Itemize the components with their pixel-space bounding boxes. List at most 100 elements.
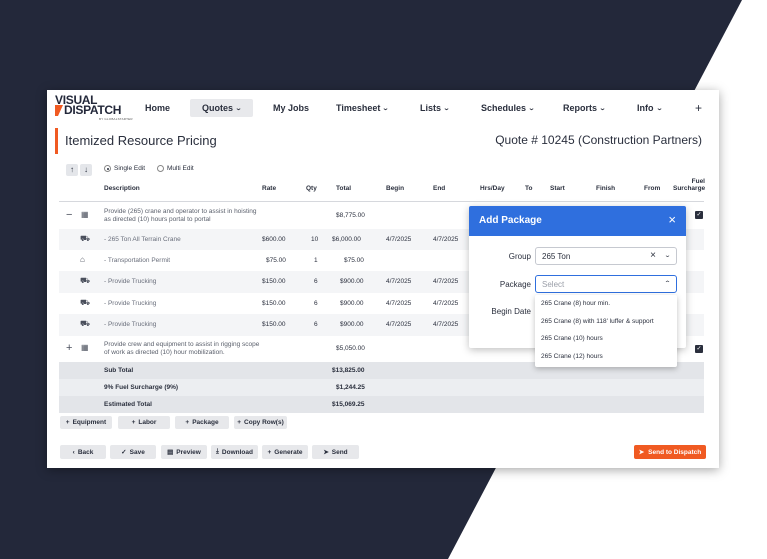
nav-lists[interactable]: Lists ⌄ [414,99,455,117]
row-rate: $150.00 [262,300,286,307]
row-description: Provide (265) crane and operator to assi… [104,208,257,223]
nav-reports[interactable]: Reports ⌄ [557,99,611,117]
radio-selected-icon [104,165,111,172]
add-package-label: Package [192,419,219,426]
arrow-up-icon: ↑ [70,165,74,174]
row-rate: $150.00 [262,321,286,328]
row-rate: $75.00 [266,257,286,264]
begin-date-label: Begin Date [491,307,531,316]
package-option[interactable]: 265 Crane (8) with 118' luffer & support [541,318,654,325]
truck-icon: ⛟ [80,276,91,285]
nav-add-button[interactable]: + [689,99,708,117]
multi-edit-label: Multi Edit [167,165,194,172]
multi-edit-radio[interactable]: Multi Edit [157,165,194,172]
page-title: Itemized Resource Pricing [65,133,217,148]
document-icon: ▤ [167,449,174,456]
truck-icon: ⛟ [80,298,91,307]
move-up-button[interactable]: ↑ [66,164,78,176]
row-description: - Provide Trucking [104,278,157,285]
truck-icon: ⛟ [80,319,91,328]
chevron-up-icon: ⌃ [663,281,672,287]
add-equipment-label: Equipment [72,419,107,426]
row-qty: 10 [311,236,319,243]
fuel-surcharge-value: $1,244.25 [336,384,365,391]
title-accent-bar [55,128,58,154]
chevron-down-icon: ⌄ [443,105,451,112]
col-description: Description [104,185,140,192]
nav-home[interactable]: Home [139,99,176,117]
chevron-down-icon: ⌄ [528,105,536,112]
logo-sub: BY GLOBALSTARTER [99,117,133,121]
visual-dispatch-logo[interactable]: VISUAL DISPATCH BY GLOBALSTARTER [55,94,135,121]
back-label: Back [77,448,94,456]
fuel-checkbox[interactable]: ✓ [695,345,703,353]
expand-icon[interactable]: + [66,342,72,354]
col-to: To [525,185,533,192]
subtotal-value: $13,825.00 [332,367,365,374]
save-button[interactable]: ✓ Save [110,445,156,459]
group-value: 265 Ton [542,252,571,261]
nav-quotes[interactable]: Quotes ⌄ [190,99,253,117]
back-button[interactable]: ‹ Back [60,445,106,459]
row-end: 4/7/2025 [433,236,459,243]
nav-timesheet[interactable]: Timesheet ⌄ [330,99,394,117]
send-to-dispatch-button[interactable]: ➤ Send to Dispatch [634,445,706,459]
add-equipment-button[interactable]: + Equipment [60,416,112,429]
plus-icon: + [65,419,70,426]
row-begin: 4/7/2025 [386,321,412,328]
row-end: 4/7/2025 [433,321,459,328]
fuel-checkbox[interactable]: ✓ [695,211,703,219]
group-label: Group [508,252,531,261]
package-option[interactable]: 265 Crane (12) hours [541,353,603,360]
row-qty: 1 [314,257,318,264]
copy-rows-label: Copy Row(s) [244,419,284,426]
fuel-surcharge-label: 9% Fuel Surcharge (9%) [104,384,179,391]
move-down-button[interactable]: ↓ [80,164,92,176]
package-select[interactable]: Select ⌃ [535,275,677,293]
row-total: $5,050.00 [336,345,365,352]
col-finish: Finish [596,185,616,192]
download-button[interactable]: ⤓ Download [211,445,258,459]
row-end: 4/7/2025 [433,278,459,285]
single-edit-radio[interactable]: Single Edit [104,165,145,172]
add-package-button[interactable]: + Package [175,416,229,429]
row-total: $900.00 [340,278,364,285]
copy-rows-button[interactable]: + Copy Row(s) [234,416,287,429]
download-label: Download [221,448,253,456]
top-nav: VISUAL DISPATCH BY GLOBALSTARTER Home Qu… [47,90,719,126]
package-option[interactable]: 265 Crane (10) hours [541,335,603,342]
package-dropdown: 265 Crane (8) hour min. 265 Crane (8) wi… [535,295,677,367]
col-start: Start [550,185,565,192]
col-rate: Rate [262,185,277,192]
col-end: End [433,185,446,192]
logo-accent-icon [55,105,63,116]
preview-button[interactable]: ▤ Preview [161,445,207,459]
col-total: Total [336,185,352,192]
nav-schedules[interactable]: Schedules ⌄ [475,99,540,117]
close-icon[interactable]: × [668,212,676,227]
plus-icon: + [237,419,242,426]
package-label: Package [499,280,531,289]
row-begin: 4/7/2025 [386,300,412,307]
row-description: - Provide Trucking [104,300,157,307]
row-description: - Transportation Permit [104,257,171,264]
package-option[interactable]: 265 Crane (8) hour min. [541,300,610,307]
plus-icon: + [131,419,136,426]
group-select[interactable]: 265 Ton × ⌄ [535,247,677,265]
send-label: Send [331,448,348,456]
row-qty: 6 [314,278,318,285]
send-button[interactable]: ➤ Send [312,445,359,459]
row-begin: 4/7/2025 [386,236,412,243]
chevron-down-icon: ⌄ [382,105,390,112]
chevron-down-icon: ⌄ [655,105,663,112]
collapse-icon[interactable]: − [66,209,72,221]
generate-button[interactable]: + Generate [262,445,308,459]
nav-info[interactable]: Info ⌄ [631,99,668,117]
nav-my-jobs[interactable]: My Jobs [267,99,315,117]
row-total: $6,000.00 [332,236,361,243]
add-labor-button[interactable]: + Labor [118,416,170,429]
clear-icon[interactable]: × [650,250,656,261]
subtotal-label: Sub Total [104,367,134,374]
row-total: $75.00 [344,257,364,264]
generate-label: Generate [274,448,303,456]
